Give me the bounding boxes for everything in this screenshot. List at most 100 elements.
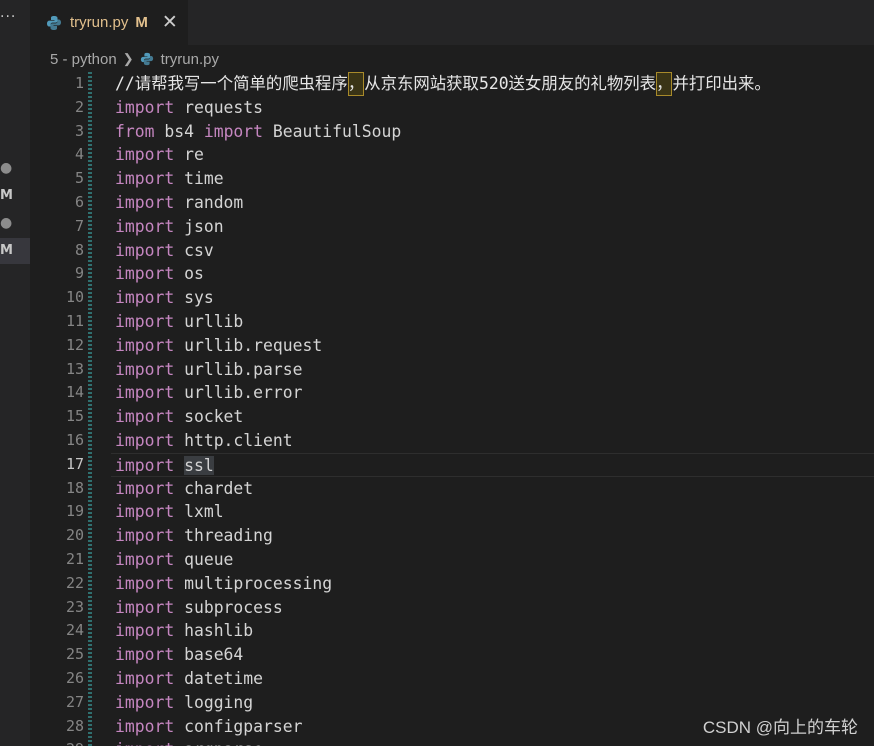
line-number: 19 (65, 502, 84, 521)
python-icon (47, 15, 61, 30)
code-line[interactable]: import urllib.parse (115, 358, 874, 382)
line-number: 8 (74, 240, 84, 259)
indent-guide (88, 72, 92, 746)
line-number: 13 (65, 359, 84, 378)
line-number-gutter: 1 2 3 4 5 6 7 8 9 10 11 12 13 14 15 16 17 18 19 20 21 22 23 24 2… (30, 72, 84, 746)
keyword: import (115, 311, 175, 331)
modified-badge: M (0, 188, 13, 203)
line-number: 3 (74, 121, 84, 140)
keyword: import (115, 240, 175, 260)
code-line[interactable]: import hashlib (115, 619, 874, 643)
line-number: 23 (65, 597, 84, 616)
code-line[interactable]: import threading (115, 524, 874, 548)
code-line[interactable]: import sys (115, 286, 874, 310)
unsaved-dot-icon: ● (0, 160, 13, 176)
tab-tryrun-py[interactable]: tryrun.py M ✕ (30, 0, 188, 45)
code-line[interactable]: import multiprocessing (115, 572, 874, 596)
line-number: 25 (65, 645, 84, 664)
module-name: argparse (174, 740, 263, 746)
code-line[interactable]: import json (115, 215, 874, 239)
breadcrumb-file[interactable]: tryrun.py (161, 51, 219, 68)
keyword: import (115, 169, 175, 189)
tab-bar: tryrun.py M ✕ (30, 0, 874, 45)
code-line[interactable]: import queue (115, 548, 874, 572)
code-area[interactable]: //请帮我写一个简单的爬虫程序，从京东网站获取520送女朋友的礼物列表，并打印出… (111, 72, 874, 746)
code-line[interactable]: import ssl (111, 452, 874, 477)
line-number: 7 (74, 216, 84, 235)
keyword: import (115, 145, 175, 165)
code-line[interactable]: import socket (115, 405, 874, 429)
keyword: import (115, 478, 175, 498)
line-number: 4 (74, 145, 84, 164)
keyword: import (115, 526, 175, 546)
module-name: sys (174, 288, 214, 308)
module-name: re (174, 145, 204, 165)
code-editor[interactable]: 1 2 3 4 5 6 7 8 9 10 11 12 13 14 15 16 17 18 19 20 21 22 23 24 2… (30, 72, 874, 746)
code-line[interactable]: import random (115, 191, 874, 215)
line-number: 28 (65, 716, 84, 735)
code-line[interactable]: import chardet (115, 477, 874, 501)
line-number: 11 (65, 311, 84, 330)
code-line[interactable]: from bs4 import BeautifulSoup (115, 120, 874, 144)
module-name: logging (174, 692, 254, 712)
line-number: 14 (65, 383, 84, 402)
code-line[interactable]: import requests (115, 96, 874, 120)
module-name: time (174, 169, 224, 189)
module-name: subprocess (174, 597, 283, 617)
line-number: 6 (74, 192, 84, 211)
code-line[interactable]: import logging (115, 691, 874, 715)
module-name: multiprocessing (174, 573, 333, 593)
keyword: import (115, 97, 175, 117)
code-line[interactable]: import time (115, 167, 874, 191)
close-icon[interactable]: ✕ (162, 13, 178, 32)
keyword: import (115, 716, 175, 736)
module-name: urllib.parse (174, 359, 303, 379)
module-name (174, 456, 184, 475)
keyword: import (115, 430, 175, 450)
explorer-sidebar: ··· ● M ● M (0, 0, 30, 746)
code-line[interactable]: import urllib.error (115, 381, 874, 405)
code-line[interactable]: import datetime (115, 667, 874, 691)
highlighted-char: ， (656, 72, 673, 96)
breadcrumb-folder[interactable]: 5 - python (50, 51, 117, 68)
line-number: 15 (65, 407, 84, 426)
code-line[interactable]: import urllib (115, 310, 874, 334)
keyword: import (115, 597, 175, 617)
line-number: 20 (65, 526, 84, 545)
keyword: import (115, 573, 175, 593)
code-line[interactable]: import re (115, 143, 874, 167)
keyword: import (115, 335, 175, 355)
code-line[interactable]: import subprocess (115, 596, 874, 620)
keyword: import (115, 288, 175, 308)
module-name: chardet (174, 478, 254, 498)
code-line[interactable]: import urllib.request (115, 334, 874, 358)
keyword: import (115, 668, 175, 688)
code-line[interactable]: import lxml (115, 500, 874, 524)
module-name: requests (174, 97, 264, 117)
code-line-comment[interactable]: //请帮我写一个简单的爬虫程序，从京东网站获取520送女朋友的礼物列表，并打印出… (115, 72, 874, 96)
more-actions-icon[interactable]: ··· (0, 10, 16, 24)
breadcrumb: 5 - python ❯ tryrun.py (50, 48, 219, 70)
line-number: 21 (65, 549, 84, 568)
keyword: import (115, 502, 175, 522)
modified-badge-selected[interactable]: M (0, 238, 30, 264)
code-line[interactable]: import csv (115, 239, 874, 263)
code-line[interactable]: import base64 (115, 643, 874, 667)
keyword: import (115, 549, 175, 569)
line-number: 1 (74, 74, 84, 92)
keyword: import (115, 621, 175, 641)
chevron-right-icon: ❯ (122, 51, 134, 66)
keyword: import (115, 645, 175, 665)
module-name: http.client (174, 430, 293, 450)
code-line[interactable]: import os (115, 262, 874, 286)
keyword: import (115, 192, 175, 212)
code-line[interactable]: import argparse (115, 738, 874, 746)
line-number: 5 (74, 169, 84, 188)
code-line[interactable]: import http.client (115, 429, 874, 453)
module-name: urllib.request (174, 335, 323, 355)
module-name: os (174, 264, 204, 284)
keyword: import (115, 264, 175, 284)
module-name: base64 (174, 645, 244, 665)
line-number: 18 (65, 478, 84, 497)
module-name: urllib.error (174, 383, 303, 403)
